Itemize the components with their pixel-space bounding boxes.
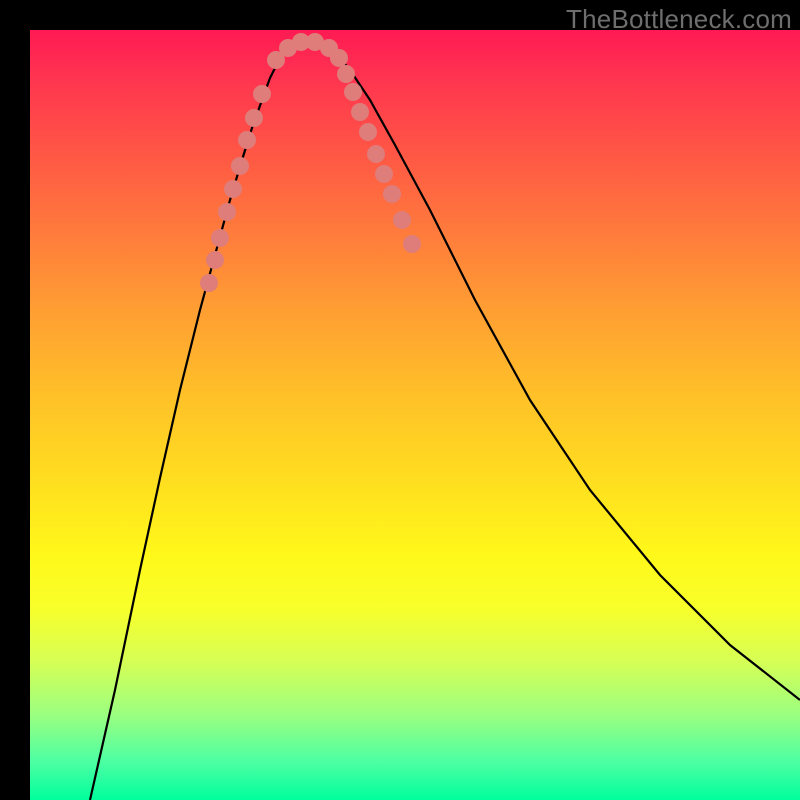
scatter-dot <box>231 157 249 175</box>
scatter-dot <box>224 180 242 198</box>
scatter-dot <box>330 49 348 67</box>
scatter-dot <box>211 229 229 247</box>
scatter-dot <box>351 103 369 121</box>
scatter-dots <box>200 33 421 292</box>
scatter-dot <box>359 123 377 141</box>
scatter-dot <box>403 235 421 253</box>
scatter-dot <box>245 109 263 127</box>
scatter-dot <box>218 203 236 221</box>
scatter-dot <box>367 145 385 163</box>
chart-svg <box>30 30 800 800</box>
scatter-dot <box>344 83 362 101</box>
scatter-dot <box>238 131 256 149</box>
scatter-dot <box>253 85 271 103</box>
scatter-dot <box>383 185 401 203</box>
scatter-dot <box>337 65 355 83</box>
scatter-dot <box>200 274 218 292</box>
scatter-dot <box>206 251 224 269</box>
plot-area <box>30 30 800 800</box>
bottleneck-curve <box>90 42 800 800</box>
scatter-dot <box>393 211 411 229</box>
scatter-dot <box>375 165 393 183</box>
watermark-label: TheBottleneck.com <box>566 4 792 35</box>
chart-frame: TheBottleneck.com <box>0 0 800 800</box>
